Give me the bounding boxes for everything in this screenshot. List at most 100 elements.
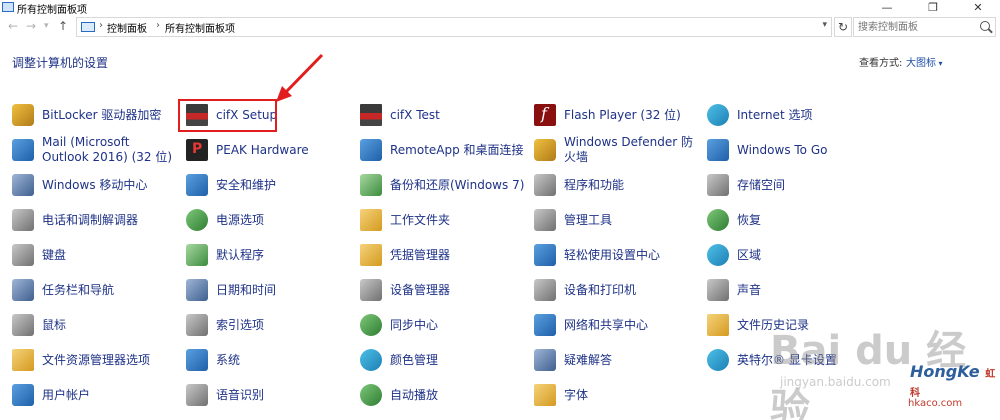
- item-system[interactable]: 系统: [186, 343, 240, 377]
- jingyan-watermark: jingyan.baidu.com: [780, 375, 891, 389]
- search-icon[interactable]: [980, 21, 990, 31]
- breadcrumb-separator[interactable]: ›: [99, 20, 103, 31]
- address-bar[interactable]: › 控制面板 › 所有控制面板项 ▾: [76, 17, 832, 37]
- sync-center-icon: [360, 314, 382, 336]
- close-button[interactable]: ✕: [955, 0, 1000, 15]
- highlight-box: [178, 99, 277, 132]
- remoteapp-icon: [360, 139, 382, 161]
- keyboard-icon: [12, 244, 34, 266]
- item-autoplay[interactable]: 自动播放: [360, 378, 438, 412]
- breadcrumb-separator[interactable]: ›: [156, 20, 160, 31]
- item-ease-of-access[interactable]: 轻松使用设置中心: [534, 238, 660, 272]
- item-credential-manager[interactable]: 凭据管理器: [360, 238, 450, 272]
- breadcrumb-all-items[interactable]: 所有控制面板项: [165, 20, 235, 35]
- item-recovery[interactable]: 恢复: [707, 203, 761, 237]
- recovery-icon: [707, 209, 729, 231]
- internet-options-icon: [707, 104, 729, 126]
- work-folders-icon: [360, 209, 382, 231]
- recent-locations-icon[interactable]: ▾: [44, 21, 49, 31]
- item-user-accounts[interactable]: 用户帐户: [12, 378, 90, 412]
- system-icon: [186, 349, 208, 371]
- fonts-icon: [534, 384, 556, 406]
- view-by-dropdown[interactable]: 大图标: [906, 54, 943, 69]
- item-windows-to-go[interactable]: Windows To Go: [707, 133, 827, 167]
- item-region[interactable]: 区域: [707, 238, 761, 272]
- item-backup-restore[interactable]: 备份和还原(Windows 7): [360, 168, 524, 202]
- item-peak-hardware[interactable]: PEAK Hardware: [186, 133, 309, 167]
- security-flag-icon: [186, 174, 208, 196]
- item-cifx-test[interactable]: cifX Test: [360, 98, 440, 132]
- address-dropdown-icon[interactable]: ▾: [822, 20, 827, 30]
- refresh-icon[interactable]: ↻: [834, 17, 852, 37]
- item-date-time[interactable]: 日期和时间: [186, 273, 276, 307]
- item-programs-features[interactable]: 程序和功能: [534, 168, 624, 202]
- mail-icon: [12, 139, 34, 161]
- item-remoteapp[interactable]: RemoteApp 和桌面连接: [360, 133, 524, 167]
- mobility-center-icon: [12, 174, 34, 196]
- view-by-label: 查看方式:: [859, 58, 903, 69]
- item-mail[interactable]: Mail (Microsoft Outlook 2016) (32 位): [12, 133, 177, 167]
- autoplay-icon: [360, 384, 382, 406]
- programs-features-icon: [534, 174, 556, 196]
- item-flash-player[interactable]: Flash Player (32 位): [534, 98, 681, 132]
- item-devices-printers[interactable]: 设备和打印机: [534, 273, 636, 307]
- item-device-manager[interactable]: 设备管理器: [360, 273, 450, 307]
- item-windows-defender-firewall[interactable]: Windows Defender 防火墙: [534, 133, 699, 167]
- backup-icon: [360, 174, 382, 196]
- item-phone-modem[interactable]: 电话和调制解调器: [12, 203, 138, 237]
- administrative-tools-icon: [534, 209, 556, 231]
- bitlocker-icon: [12, 104, 34, 126]
- mouse-icon: [12, 314, 34, 336]
- indexing-icon: [186, 314, 208, 336]
- item-internet-options[interactable]: Internet 选项: [707, 98, 812, 132]
- back-arrow-icon[interactable]: ←: [8, 19, 18, 33]
- power-options-icon: [186, 209, 208, 231]
- file-history-icon: [707, 314, 729, 336]
- printer-icon: [534, 279, 556, 301]
- maximize-button[interactable]: ❐: [910, 0, 956, 15]
- annotation-arrow-icon: [276, 53, 324, 102]
- item-power-options[interactable]: 电源选项: [186, 203, 264, 237]
- sound-icon: [707, 279, 729, 301]
- item-troubleshooting[interactable]: 疑难解答: [534, 343, 612, 377]
- item-mouse[interactable]: 鼠标: [12, 308, 66, 342]
- folder-options-icon: [12, 349, 34, 371]
- hongke-watermark: HongKe 虹科: [910, 362, 996, 399]
- item-security-maintenance[interactable]: 安全和维护: [186, 168, 276, 202]
- troubleshooting-icon: [534, 349, 556, 371]
- item-speech-recognition[interactable]: 语音识别: [186, 378, 264, 412]
- device-manager-icon: [360, 279, 382, 301]
- item-network-sharing[interactable]: 网络和共享中心: [534, 308, 648, 342]
- item-storage-spaces[interactable]: 存储空间: [707, 168, 785, 202]
- item-default-programs[interactable]: 默认程序: [186, 238, 264, 272]
- forward-arrow-icon[interactable]: →: [26, 19, 36, 33]
- breadcrumb-control-panel[interactable]: 控制面板: [107, 20, 147, 35]
- item-indexing-options[interactable]: 索引选项: [186, 308, 264, 342]
- item-color-management[interactable]: 颜色管理: [360, 343, 438, 377]
- search-input[interactable]: [854, 18, 974, 36]
- item-sync-center[interactable]: 同步中心: [360, 308, 438, 342]
- flash-player-icon: [534, 104, 556, 126]
- microphone-icon: [186, 384, 208, 406]
- item-administrative-tools[interactable]: 管理工具: [534, 203, 612, 237]
- item-sound[interactable]: 声音: [707, 273, 761, 307]
- credential-manager-icon: [360, 244, 382, 266]
- network-icon: [534, 314, 556, 336]
- intel-graphics-icon: [707, 349, 729, 371]
- default-programs-icon: [186, 244, 208, 266]
- minimize-button[interactable]: —: [864, 0, 910, 15]
- search-box[interactable]: [853, 17, 996, 37]
- window-title: 所有控制面板项: [17, 5, 87, 16]
- hkaco-watermark: hkaco.com: [908, 398, 963, 409]
- item-taskbar-navigation[interactable]: 任务栏和导航: [12, 273, 114, 307]
- item-keyboard[interactable]: 键盘: [12, 238, 66, 272]
- storage-spaces-icon: [707, 174, 729, 196]
- item-work-folders[interactable]: 工作文件夹: [360, 203, 450, 237]
- location-icon: [81, 22, 95, 32]
- item-fonts[interactable]: 字体: [534, 378, 588, 412]
- phone-modem-icon: [12, 209, 34, 231]
- item-file-explorer-options[interactable]: 文件资源管理器选项: [12, 343, 150, 377]
- item-windows-mobility-center[interactable]: Windows 移动中心: [12, 168, 147, 202]
- item-bitlocker[interactable]: BitLocker 驱动器加密: [12, 98, 161, 132]
- up-arrow-icon[interactable]: ↑: [58, 19, 68, 33]
